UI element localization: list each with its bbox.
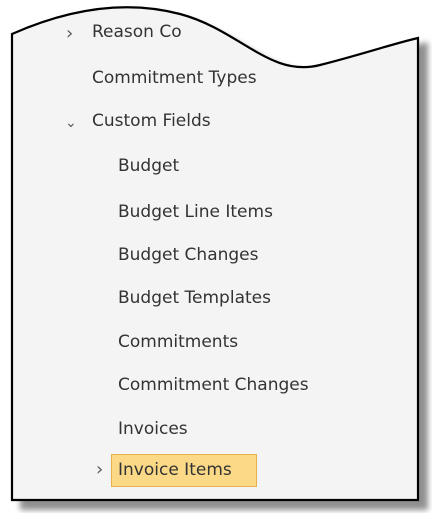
tree-item-invoices[interactable]: Invoices — [118, 418, 188, 440]
tree-item-budget-templates[interactable]: Budget Templates — [118, 287, 271, 309]
tree-item-budget[interactable]: Budget — [118, 155, 179, 177]
tree-panel-callout: › Reason Co Commitment Types ⌄ Custom Fi… — [0, 0, 432, 513]
tree-item-commitment-types[interactable]: Commitment Types — [92, 67, 257, 89]
tree-item-commitments[interactable]: Commitments — [118, 331, 238, 353]
tree-item-commitment-changes[interactable]: Commitment Changes — [118, 374, 309, 396]
tree-item-reason-codes[interactable]: Reason Co — [92, 21, 182, 43]
tree-item-budget-line-items[interactable]: Budget Line Items — [118, 201, 273, 223]
chevron-down-icon[interactable]: ⌄ — [65, 116, 77, 130]
tree-item-custom-fields[interactable]: Custom Fields — [92, 110, 211, 132]
tree-item-budget-changes[interactable]: Budget Changes — [118, 244, 259, 266]
chevron-right-icon[interactable]: › — [96, 461, 103, 479]
chevron-right-icon[interactable]: › — [66, 25, 73, 43]
tree-item-invoice-items[interactable]: Invoice Items — [118, 459, 232, 481]
